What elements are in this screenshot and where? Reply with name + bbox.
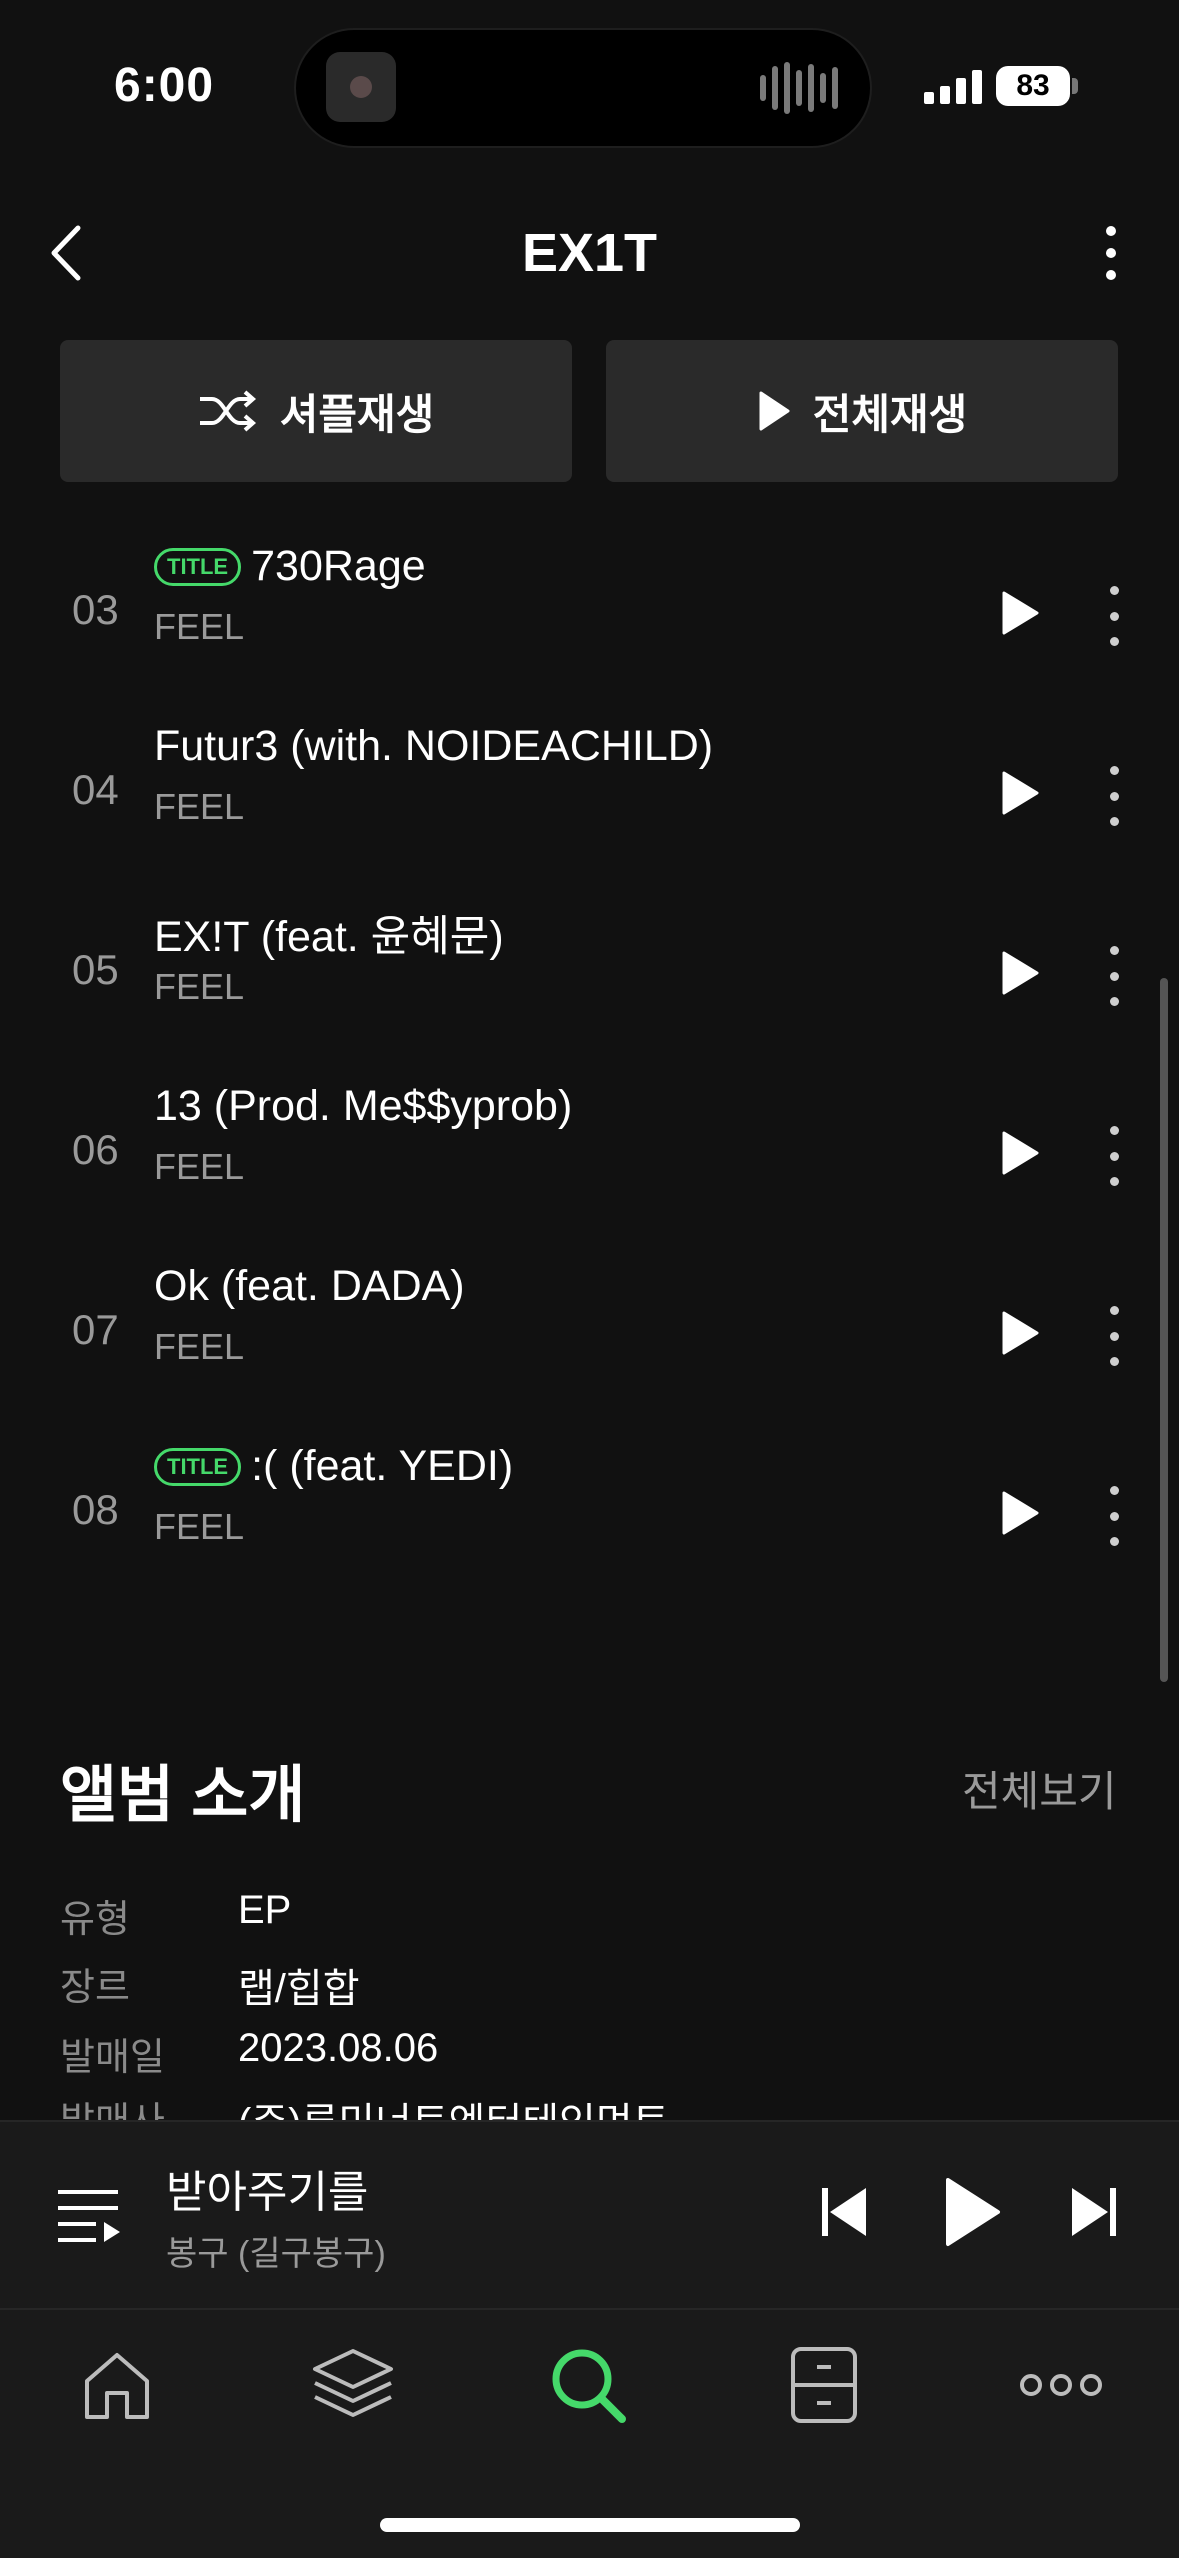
- play-all-label: 전체재생: [812, 390, 968, 438]
- track-title: Futur3 (with. NOIDEACHILD): [154, 722, 714, 770]
- track-row[interactable]: 04 Futur3 (with. NOIDEACHILD) FEEL: [0, 710, 1179, 890]
- track-more-icon[interactable]: [1104, 1306, 1124, 1366]
- shuffle-play-button[interactable]: 셔플재생: [60, 340, 572, 482]
- search-icon: [552, 2349, 626, 2423]
- track-artist: FEEL: [154, 786, 245, 827]
- track-title: Ok (feat. DADA): [154, 1262, 465, 1310]
- title-track-badge: TITLE: [154, 547, 242, 586]
- info-publisher-row: 발매사 (주)루미너트엔터테인먼트: [0, 2070, 1179, 2120]
- title-track-badge: TITLE: [154, 1447, 242, 1486]
- info-genre-label: 장르: [60, 1967, 130, 2009]
- layers-icon: [313, 2349, 393, 2417]
- track-play-icon[interactable]: [1000, 770, 1040, 816]
- info-publisher-value: (주)루미너트엔터테인먼트: [238, 2090, 669, 2120]
- home-indicator[interactable]: [380, 2518, 800, 2532]
- track-row[interactable]: 03 TITLE 730Rage FEEL: [0, 530, 1179, 710]
- page-title: EX1T: [521, 223, 658, 283]
- next-track-icon[interactable]: [1068, 2182, 1120, 2242]
- tab-search[interactable]: [543, 2340, 633, 2430]
- track-play-icon[interactable]: [1000, 1310, 1040, 1356]
- signal-icon: [924, 68, 982, 104]
- track-artist: FEEL: [154, 1506, 245, 1547]
- track-play-icon[interactable]: [1000, 1130, 1040, 1176]
- track-number: 07: [72, 1306, 119, 1353]
- dynamic-island[interactable]: [296, 30, 870, 146]
- now-playing-title: 받아주기를: [166, 2168, 369, 2217]
- track-row[interactable]: 07 Ok (feat. DADA) FEEL: [0, 1250, 1179, 1430]
- locker-icon: [791, 2347, 857, 2423]
- track-more-icon[interactable]: [1104, 1486, 1124, 1546]
- track-number: 05: [72, 946, 119, 993]
- track-artist: FEEL: [154, 1146, 245, 1187]
- info-release-date-value: 2023.08.06: [238, 2026, 439, 2070]
- playlist-queue-icon[interactable]: [56, 2188, 122, 2244]
- album-intro-title: 앨범 소개: [60, 1761, 306, 1830]
- track-more-icon[interactable]: [1104, 1126, 1124, 1186]
- track-more-icon[interactable]: [1104, 766, 1124, 826]
- track-row[interactable]: 05 EX!T (feat. 윤혜문) FEEL: [0, 890, 1179, 1070]
- view-all-link[interactable]: 전체보기: [962, 1758, 1117, 1819]
- tab-home[interactable]: [72, 2340, 162, 2430]
- track-title: 730Rage: [251, 542, 426, 590]
- previous-track-icon[interactable]: [818, 2182, 870, 2242]
- play-all-button[interactable]: 전체재생: [606, 340, 1118, 482]
- track-title: EX!T (feat. 윤혜문): [154, 913, 504, 961]
- track-title: :( (feat. YEDI): [251, 1442, 514, 1490]
- info-publisher-label: 발매사: [60, 2090, 165, 2120]
- shuffle-play-label: 셔플재생: [279, 390, 435, 438]
- track-more-icon[interactable]: [1104, 586, 1124, 646]
- tab-more[interactable]: [1016, 2340, 1106, 2430]
- more-icon: [1020, 2374, 1102, 2396]
- tab-library[interactable]: [308, 2340, 398, 2430]
- track-number: 03: [72, 586, 119, 633]
- track-row[interactable]: 06 13 (Prod. Me$$yprob) FEEL: [0, 1070, 1179, 1250]
- battery-tip: [1072, 78, 1078, 94]
- info-type-label: 유형: [60, 1899, 130, 1941]
- track-more-icon[interactable]: [1104, 946, 1124, 1006]
- now-playing-artwork: [326, 52, 396, 122]
- track-title: 13 (Prod. Me$$yprob): [154, 1082, 573, 1130]
- play-pause-icon[interactable]: [942, 2176, 1002, 2248]
- info-type-value: EP: [238, 1888, 292, 1932]
- battery-icon: 83: [996, 66, 1070, 106]
- now-playing-artist: 봉구 (길구봉구): [166, 2235, 386, 2273]
- play-icon: [759, 391, 790, 431]
- audio-wave-icon: [760, 60, 838, 116]
- track-number: 06: [72, 1126, 119, 1173]
- track-artist: FEEL: [154, 606, 245, 647]
- shuffle-icon: [199, 390, 256, 432]
- track-artist: FEEL: [154, 1326, 245, 1367]
- scrollbar[interactable]: [1160, 978, 1168, 1682]
- track-number: 04: [72, 766, 119, 813]
- tab-locker[interactable]: [779, 2340, 869, 2430]
- home-icon: [85, 2353, 149, 2419]
- mini-player[interactable]: 받아주기를 봉구 (길구봉구): [0, 2120, 1179, 2308]
- status-time: 6:00: [114, 59, 215, 112]
- track-play-icon[interactable]: [1000, 1490, 1040, 1536]
- track-play-icon[interactable]: [1000, 590, 1040, 636]
- track-number: 08: [72, 1486, 119, 1533]
- more-options-button[interactable]: [1086, 218, 1136, 288]
- track-artist: FEEL: [154, 966, 245, 1007]
- info-genre-value: 랩/힙합: [238, 1967, 360, 2011]
- track-play-icon[interactable]: [1000, 950, 1040, 996]
- track-row[interactable]: 08 TITLE :( (feat. YEDI) FEEL: [0, 1430, 1179, 1610]
